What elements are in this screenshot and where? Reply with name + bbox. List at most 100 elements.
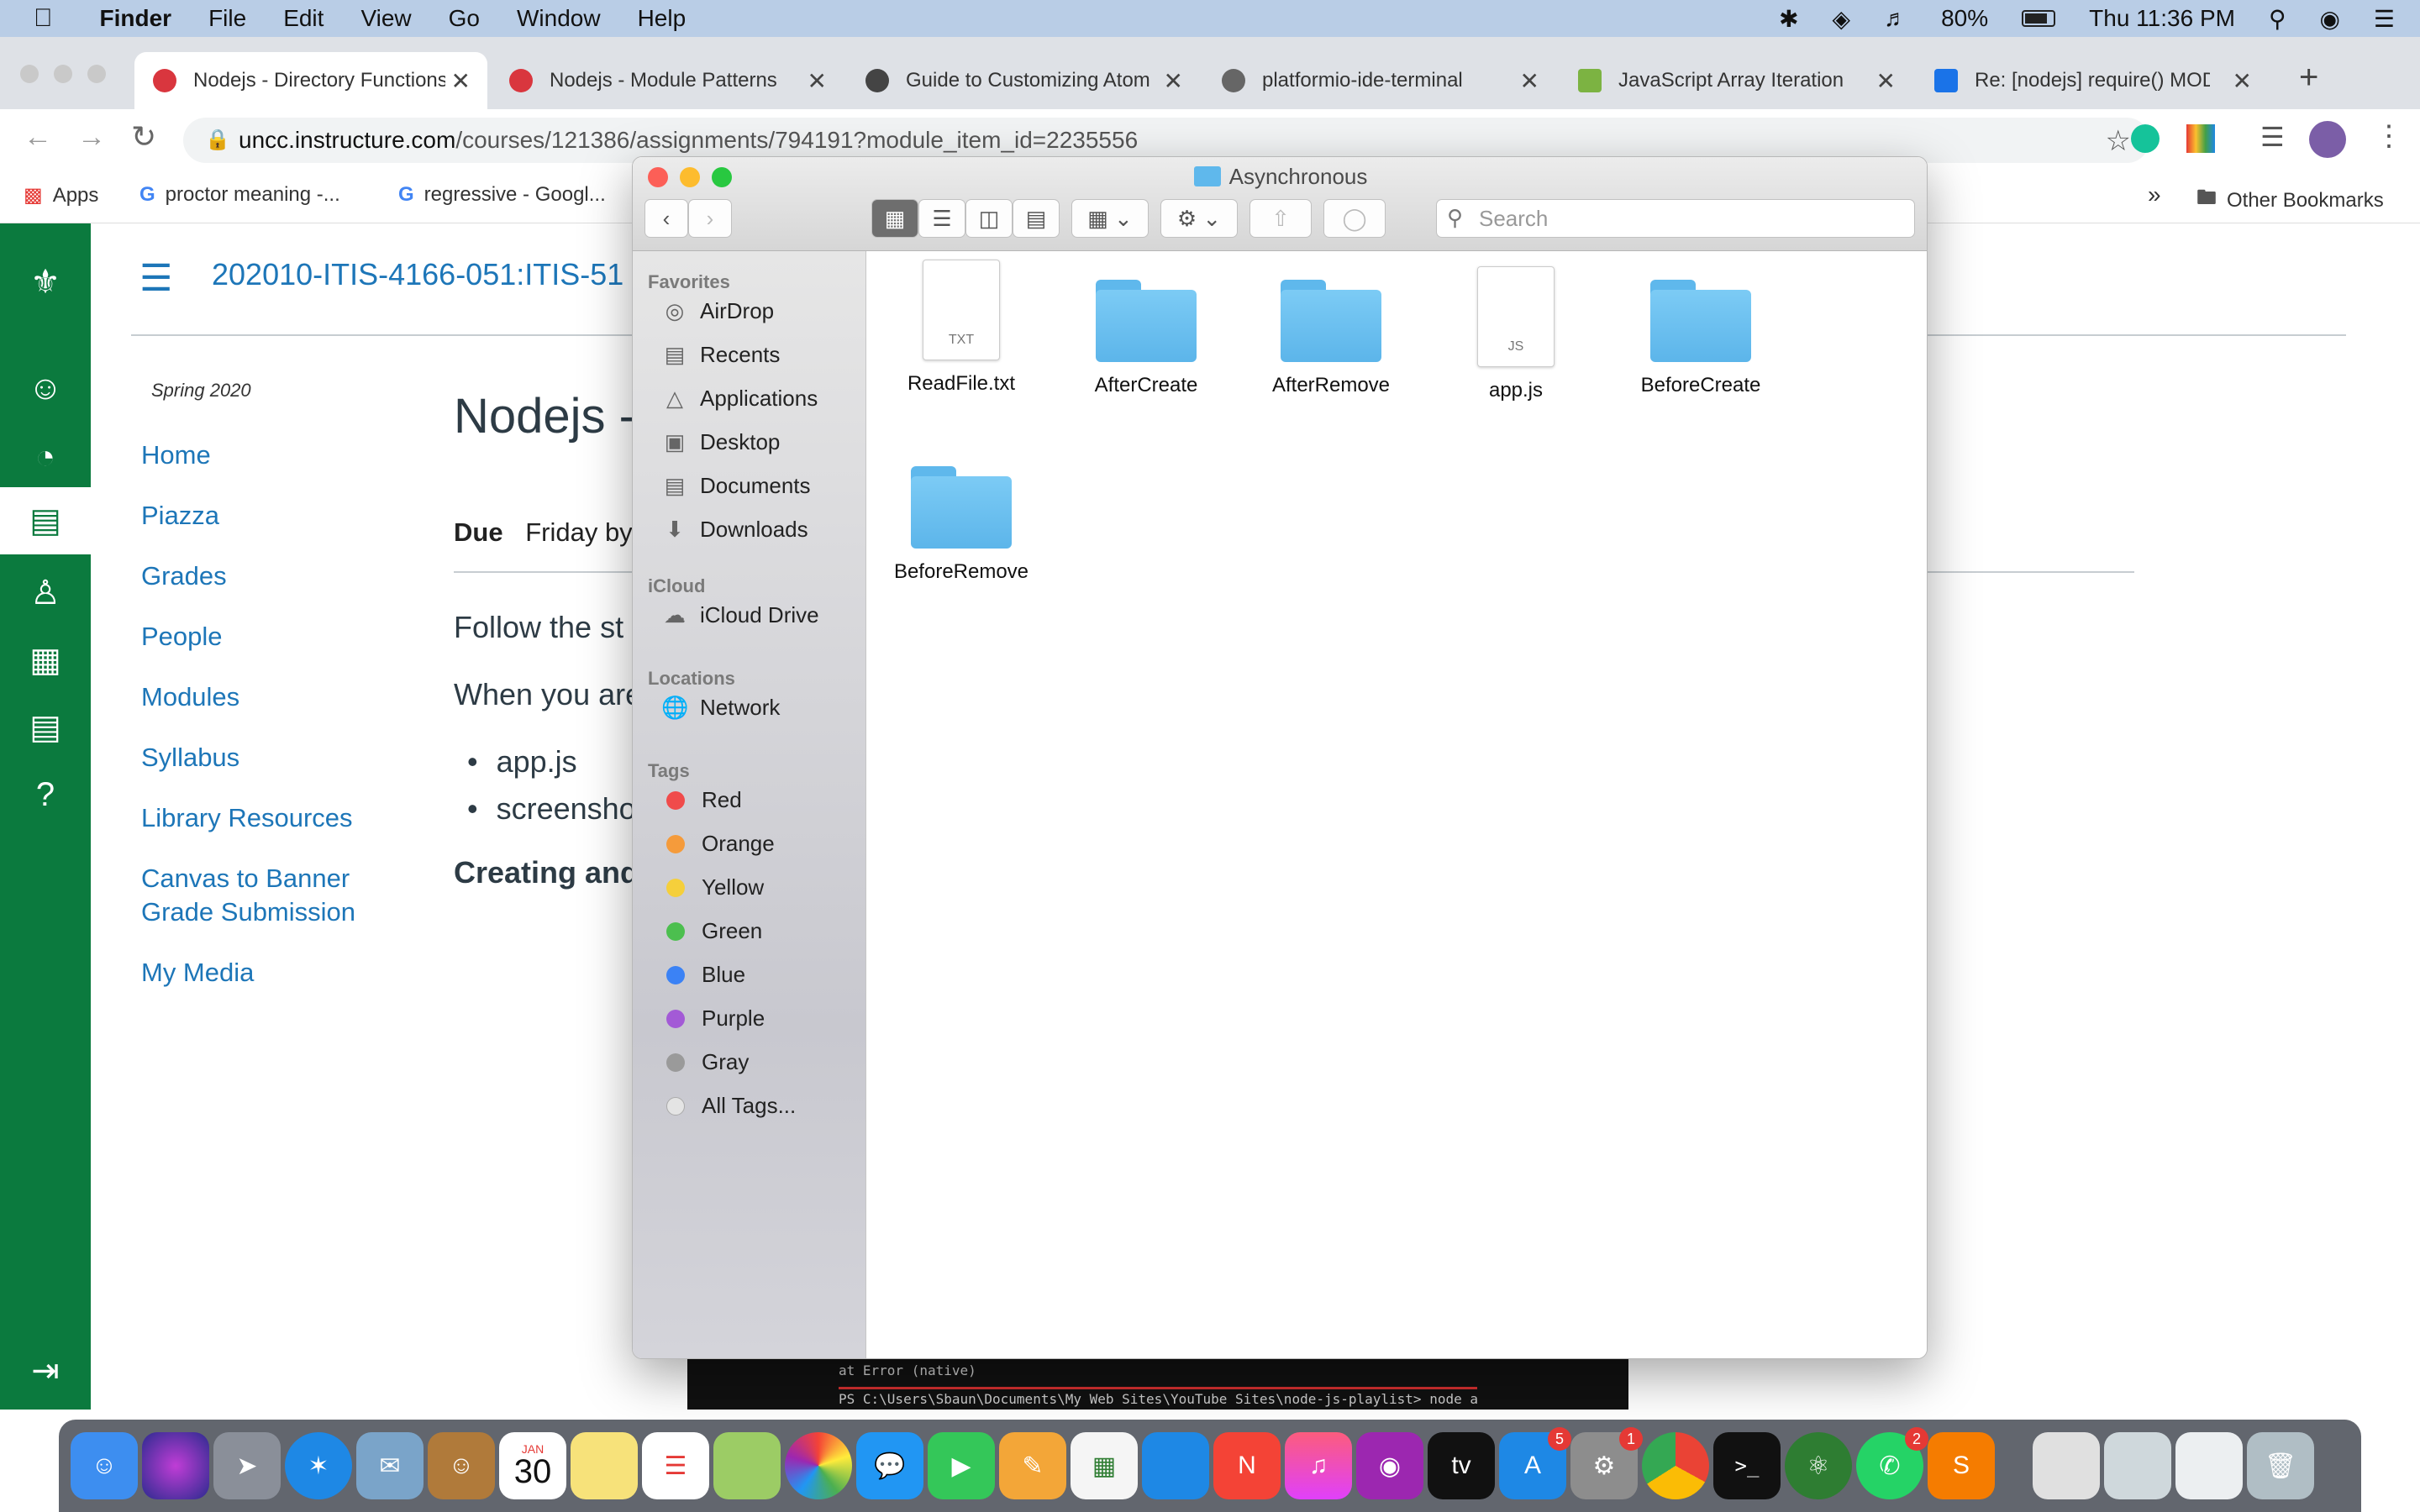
window-minimize-button[interactable] <box>54 65 72 83</box>
tab-close-icon[interactable]: ✕ <box>1164 67 1183 95</box>
course-nav-syllabus[interactable]: Syllabus <box>141 743 239 773</box>
course-nav-home[interactable]: Home <box>141 440 211 470</box>
browser-tab[interactable]: platformio-ide-terminal ✕ <box>1203 52 1556 109</box>
course-nav-my-media[interactable]: My Media <box>141 958 254 988</box>
sidebar-all-tags[interactable]: All Tags... <box>661 1093 796 1119</box>
tab-close-icon[interactable]: ✕ <box>808 67 827 95</box>
icon-view-button[interactable]: ▦ <box>871 199 918 238</box>
apple-icon[interactable]:  <box>34 4 53 33</box>
folder-item[interactable]: BeforeRemove <box>869 466 1054 584</box>
group-by-button[interactable]: ▦ ⌄ <box>1071 199 1149 238</box>
browser-tab[interactable]: Nodejs - Module Patterns ✕ <box>491 52 844 109</box>
menu-file[interactable]: File <box>208 5 246 32</box>
calendar-icon[interactable]: ▦ <box>20 635 71 685</box>
sidebar-tag-orange[interactable]: Orange <box>661 831 775 857</box>
news-dock-icon[interactable]: N <box>1213 1432 1281 1499</box>
dashboard-icon[interactable]: ◔ <box>20 432 71 482</box>
bookmark-other[interactable]: 🖿 Other Bookmarks <box>2196 183 2384 218</box>
maps-dock-icon[interactable] <box>713 1432 781 1499</box>
column-view-button[interactable]: ◫ <box>965 199 1013 238</box>
inbox-icon[interactable]: ▤ <box>20 702 71 753</box>
siri-dock-icon[interactable] <box>142 1432 209 1499</box>
course-nav-piazza[interactable]: Piazza <box>141 501 219 531</box>
sublime-text-dock-icon[interactable]: S <box>1928 1432 1995 1499</box>
calendar-dock-icon[interactable]: JAN 30 <box>499 1432 566 1499</box>
sidebar-tag-purple[interactable]: Purple <box>661 1005 765 1032</box>
battery-percent[interactable]: 80% <box>1941 5 1988 32</box>
folder-item[interactable]: AfterCreate <box>1054 280 1239 397</box>
whatsapp-dock-icon[interactable]: ✆ 2 <box>1856 1427 1928 1499</box>
wifi-icon[interactable]: ◈ <box>1833 5 1851 33</box>
sidebar-item-applications[interactable]: △ Applications <box>661 386 818 412</box>
messages-dock-icon[interactable]: 💬 <box>856 1432 923 1499</box>
sidebar-item-documents[interactable]: ▤ Documents <box>661 473 811 499</box>
course-nav-people[interactable]: People <box>141 622 223 652</box>
groups-icon[interactable]: ♙ <box>20 568 71 618</box>
course-nav-library[interactable]: Library Resources <box>141 803 353 833</box>
sidebar-item-downloads[interactable]: ⬇ Downloads <box>661 517 808 543</box>
menu-clock[interactable]: Thu 11:36 PM <box>2089 5 2235 32</box>
tab-close-icon[interactable]: ✕ <box>1520 67 1539 95</box>
sidebar-tag-red[interactable]: Red <box>661 787 742 813</box>
bookmark-item[interactable]: G proctor meaning -... <box>139 183 340 207</box>
downloads-stack-dock-icon[interactable] <box>2104 1432 2171 1499</box>
course-breadcrumb[interactable]: 202010-ITIS-4166-051:ITIS-51 <box>212 257 623 292</box>
browser-tab-active[interactable]: Nodejs - Directory Functions ✕ <box>134 52 487 109</box>
photos-dock-icon[interactable] <box>785 1432 852 1499</box>
media-control-icon[interactable]: ☰ <box>2260 121 2285 153</box>
notification-center-icon[interactable]: ☰ <box>2374 5 2395 33</box>
sidebar-item-network[interactable]: 🌐 Network <box>661 695 780 721</box>
list-view-button[interactable]: ☰ <box>918 199 965 238</box>
terminal-video-strip[interactable]: at Error (native) PS C:\Users\Sbaun\Docu… <box>687 1359 1628 1410</box>
siri-icon[interactable]: ◉ <box>2319 5 2339 33</box>
finder-forward-button[interactable]: › <box>688 199 732 238</box>
course-nav-canvas-banner[interactable]: Canvas to Banner <box>141 864 350 894</box>
hamburger-menu-icon[interactable]: ☰ <box>139 257 172 300</box>
screenshot-stack-dock-icon[interactable] <box>2175 1432 2243 1499</box>
sidebar-tag-blue[interactable]: Blue <box>661 962 745 988</box>
bookmark-item[interactable]: G regressive - Googl... <box>398 183 606 207</box>
colorzilla-extension-icon[interactable] <box>2186 124 2215 153</box>
gallery-view-button[interactable]: ▤ <box>1013 199 1060 238</box>
apple-tv-dock-icon[interactable]: tv <box>1428 1432 1495 1499</box>
help-icon[interactable]: ? <box>20 769 71 820</box>
tab-close-icon[interactable]: ✕ <box>451 67 471 95</box>
finder-search-input[interactable]: ⚲ Search <box>1436 199 1915 238</box>
battery-icon[interactable] <box>2022 10 2056 27</box>
finder-back-button[interactable]: ‹ <box>644 199 688 238</box>
contacts-dock-icon[interactable]: ☺ <box>428 1432 495 1499</box>
course-nav-grades[interactable]: Grades <box>141 561 227 591</box>
action-gear-button[interactable]: ⚙ ⌄ <box>1160 199 1238 238</box>
window-zoom-button[interactable] <box>87 65 106 83</box>
reload-icon[interactable]: ↻ <box>131 119 156 155</box>
unc-charlotte-logo-icon[interactable]: ⚜ <box>20 257 71 307</box>
mail-dock-icon[interactable]: ✉ <box>356 1432 424 1499</box>
back-arrow-icon[interactable]: ← <box>24 121 52 154</box>
course-nav-modules[interactable]: Modules <box>141 682 239 712</box>
keynote-dock-icon[interactable] <box>1142 1432 1209 1499</box>
file-item[interactable]: JS app.js <box>1423 266 1608 402</box>
account-icon[interactable]: ☺ <box>20 363 71 413</box>
menu-view[interactable]: View <box>360 5 411 32</box>
numbers-dock-icon[interactable]: ▦ <box>1071 1432 1138 1499</box>
profile-avatar[interactable] <box>2309 121 2346 158</box>
launchpad-dock-icon[interactable]: ➤ <box>213 1432 281 1499</box>
sidebar-item-airdrop[interactable]: ◎ AirDrop <box>661 298 774 324</box>
trash-dock-icon[interactable]: 🗑 <box>2247 1432 2314 1499</box>
window-close-button[interactable] <box>20 65 39 83</box>
volume-icon[interactable]: ♬ <box>1884 5 1907 32</box>
browser-tab[interactable]: Re: [nodejs] require() MODULE ✕ <box>1916 52 2269 109</box>
finder-dock-icon[interactable]: ☺ <box>71 1432 138 1499</box>
tab-close-icon[interactable]: ✕ <box>2233 67 2252 95</box>
sidebar-item-icloud-drive[interactable]: ☁ iCloud Drive <box>661 602 819 628</box>
folder-item[interactable]: BeforeCreate <box>1608 280 1793 397</box>
course-nav-grade-submission[interactable]: Grade Submission <box>141 897 355 927</box>
tags-button[interactable]: ◯ <box>1323 199 1386 238</box>
podcasts-dock-icon[interactable]: ◉ <box>1356 1432 1423 1499</box>
bookmark-apps[interactable]: ▩ Apps <box>24 183 98 207</box>
atom-dock-icon[interactable]: ⚛ <box>1785 1432 1852 1499</box>
browser-tab[interactable]: Guide to Customizing Atom ✕ <box>847 52 1200 109</box>
grammarly-extension-icon[interactable] <box>2131 124 2160 153</box>
menu-help[interactable]: Help <box>638 5 687 32</box>
notes-dock-icon[interactable] <box>571 1432 638 1499</box>
